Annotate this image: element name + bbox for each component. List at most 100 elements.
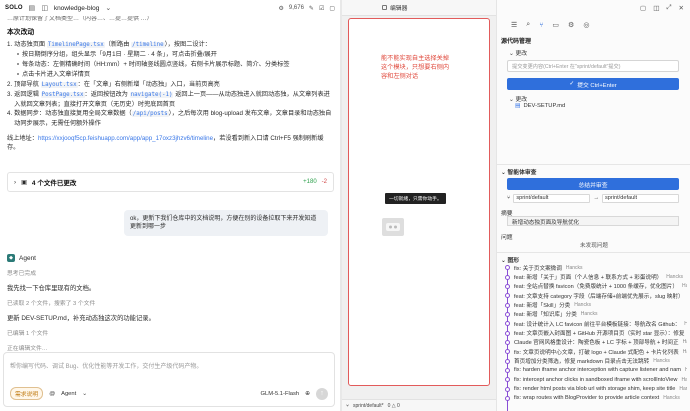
terminal-icon[interactable]: ▭ <box>552 21 559 29</box>
changed-file-row[interactable]: ▤ DEV-SETUP.md <box>515 103 565 109</box>
edit-icon[interactable]: ✎ <box>309 5 314 12</box>
commit-message-input[interactable]: 提交变更内容(Ctrl+Enter 在"sprint/default"提交) <box>507 60 679 72</box>
divider <box>497 252 690 253</box>
chat-scroll[interactable]: …原计划保留了文档类型…（内容…、…提…提供 …） 本次改动 1. 动态独页面 … <box>0 16 340 352</box>
composer-input[interactable]: 帮你编写代码、调试 Bug、优化性能等开发工作，交付生产级代码产物。 <box>10 361 202 370</box>
commit-row[interactable]: feat: 新增「关于」页面（个人信息 + 联系方式 + 彩蛋说明） Hancks <box>505 272 687 281</box>
attach-icon[interactable]: ⊕ <box>305 391 310 397</box>
commit-node-icon <box>505 367 510 373</box>
review-section-title[interactable]: ⌄ 智能体审查 <box>501 167 536 176</box>
user-message: ok，更新下我们仓库中的文档说明，方便在别的设备拉取下来开发知道更新到哪一步 <box>124 210 328 236</box>
commit-row[interactable]: fix: render html posts via blob url with… <box>505 384 687 393</box>
commit-node-icon <box>505 321 510 327</box>
model-selector[interactable]: GLM-5.1-Flash <box>260 391 299 397</box>
commit-message: feat: 文章页嵌入封面图 + GitHub 开源项目页（实时 star 显示… <box>514 331 685 338</box>
commit-row[interactable]: fix: harden iframe anchor interception w… <box>505 366 687 375</box>
commit-author: Hancks <box>565 264 583 271</box>
commit-button[interactable]: ✓ 提交 Ctrl+Enter <box>507 78 679 90</box>
annotation-text: 能不能实现自主选择关掉这个模块，只想要右侧内容和左侧对话 <box>381 55 450 80</box>
inline-code: Layout.tsx <box>40 82 78 88</box>
status-bar: ⑂ sprint/default* 0 △ 0 <box>342 399 496 411</box>
changes-section[interactable]: ⌄ 更改 <box>509 48 527 57</box>
summarize-review-button[interactable]: 总结并审查 <box>507 178 679 190</box>
placeholder-icon <box>382 218 404 236</box>
commit-author: Hancks <box>682 348 687 355</box>
tool-summary[interactable]: 已读取 2 个文件，搜索了 3 个文件 <box>7 298 334 307</box>
commit-row[interactable]: feat: 文章支持 category 字段（后端存储+前端优先展示，slug … <box>505 291 687 300</box>
mode-pill[interactable]: 需求说明 <box>10 387 44 400</box>
layout-icon[interactable]: ▢ <box>329 5 335 12</box>
commit-node-icon <box>505 293 510 299</box>
commit-row[interactable]: fix: 文章页说明中心文章，打破 logo + Claude 式配色 + 卡片… <box>505 347 687 356</box>
issues-empty: 未发现问题 <box>580 243 608 249</box>
sidebar-toggle-icon[interactable]: ▤ <box>28 4 36 12</box>
changes-group[interactable]: ⌄ 更改 <box>509 94 527 103</box>
files-icon[interactable]: ☰ <box>511 21 517 29</box>
inline-code: PostPage.tsx <box>40 92 85 98</box>
git-icon[interactable]: ⑂ <box>539 22 543 29</box>
commit-author: Hancks <box>580 311 598 318</box>
commit-row[interactable]: fix: intercept anchor clicks in sandboxe… <box>505 375 687 384</box>
inline-code: /api/posts <box>131 111 169 117</box>
window-controls: ▢ ◫ ⤢ ✕ <box>497 4 690 18</box>
commit-message: fix: wrap routes with BlogProvider to pr… <box>514 395 660 402</box>
changed-files-card[interactable]: › ▣ 4 个文件已更改 +180 -2 <box>7 172 334 192</box>
commit-author: Hancks <box>679 386 687 393</box>
changed-files-title: 4 个文件已更改 <box>31 180 77 187</box>
counter-value: 9,676 <box>288 5 304 11</box>
commit-node-icon <box>505 377 510 383</box>
commit-row[interactable]: feat: 文章页嵌入封面图 + GitHub 开源项目页（实时 star 显示… <box>505 328 687 337</box>
commit-node-icon <box>505 265 510 271</box>
search-icon[interactable]: ⌕ <box>526 21 530 29</box>
list-item: 2. 顶部导航 Layout.tsx：在「文章」右侧新增「动态独」入口，当前页高… <box>7 81 220 88</box>
chevron-down-icon[interactable]: ⌄ <box>104 4 112 12</box>
sub-list-item: 点击卡片进入文章详情页 <box>7 70 334 80</box>
brand-logo: SOLO <box>5 5 23 11</box>
composer[interactable]: 帮你编写代码、调试 Bug、优化性能等开发工作，交付生产级代码产物。 需求说明 … <box>3 352 335 407</box>
at-icon[interactable]: @ <box>49 391 55 397</box>
top-bar-actions: ⚙ 9,676 ✎ ☑ ▢ <box>279 5 336 12</box>
repo-icon: ◫ <box>41 5 49 12</box>
layout-icon[interactable]: ▢ <box>640 4 646 18</box>
preview-frame: 能不能实现自主选择关掉这个模块，只想要右侧内容和左侧对话 一切就绪，只需你动手。 <box>348 18 490 386</box>
commit-author: Hancks <box>681 283 687 290</box>
agent-text: 我先找一下仓库里现有的文档。 <box>7 285 96 292</box>
commit-row[interactable]: feat: 新增「Skill」分类 Hancks <box>505 300 687 309</box>
commit-author: Hancks <box>666 274 683 281</box>
edit-summary[interactable]: 已编辑 1 个文件 <box>7 328 334 337</box>
tab-editor[interactable]: 编辑器 <box>382 3 407 12</box>
commit-graph[interactable]: fix: 关于页文案微调 Hancks feat: 新增「关于」页面（个人信息 + … <box>505 263 687 411</box>
commit-message: 首页增加分类筛选，修复 markdown 目录点击无法跳转 <box>514 359 650 366</box>
debug-icon[interactable]: ⚙ <box>568 21 574 29</box>
commit-row[interactable]: Claude 官网风格重设计：陶瓷色板 + LC 字标 + 顶部导航 + 时间正… <box>505 338 687 347</box>
commit-row[interactable]: feat: 新增「知识库」分类 Hancks <box>505 310 687 319</box>
commit-message: feat: 设计统计入 LC favicon 前往平台模板链接：导航改名 Git… <box>514 321 681 328</box>
divider <box>497 164 690 165</box>
close-icon[interactable]: ✕ <box>679 4 684 18</box>
commit-row[interactable]: 首页增加分类筛选，修复 markdown 目录点击无法跳转 Hancks <box>505 356 687 365</box>
commit-node-icon <box>505 386 510 392</box>
agent-selector[interactable]: Agent <box>61 391 76 397</box>
list-item: 4. 数据同步：动态独直接复用全局文章数据（/api/posts），之后每次用 … <box>7 110 332 127</box>
commit-row[interactable]: fix: 关于页文案微调 Hancks <box>505 263 687 272</box>
online-link[interactable]: https://xxjooqf5cp.feishuapp.com/app/app… <box>38 135 213 142</box>
commit-row[interactable]: fix: wrap routes with BlogProvider to pr… <box>505 394 687 403</box>
split-icon[interactable]: ◫ <box>653 4 659 18</box>
chevron-down-icon[interactable]: ⌄ <box>82 391 87 397</box>
commit-row[interactable]: feat: 全站点替换 favicon（免费版统计 + 1000 条缓存，优化图… <box>505 282 687 291</box>
inline-code: /timeline <box>131 42 165 48</box>
branch-from-select[interactable]: sprint/default <box>513 193 591 203</box>
repo-name[interactable]: knowledge-blog <box>54 5 100 12</box>
maximize-icon[interactable]: ⤢ <box>666 4 671 18</box>
branch-to-select[interactable]: sprint/default <box>601 193 680 203</box>
checkbox-icon[interactable]: ☑ <box>319 5 324 12</box>
agent-name: Agent <box>19 254 36 262</box>
issues-label: 问题 <box>501 235 513 241</box>
thinking-status[interactable]: 思考已完成 <box>7 268 334 277</box>
globe-icon[interactable]: ◎ <box>583 21 589 29</box>
commit-author: Hancks <box>681 376 687 383</box>
commit-row[interactable]: feat: 设计统计入 LC favicon 前往平台模板链接：导航改名 Git… <box>505 319 687 328</box>
editing-status: 正在编辑文件… <box>7 346 48 352</box>
send-button[interactable]: ↑ <box>316 387 328 400</box>
status-branch[interactable]: sprint/default* <box>353 403 384 409</box>
